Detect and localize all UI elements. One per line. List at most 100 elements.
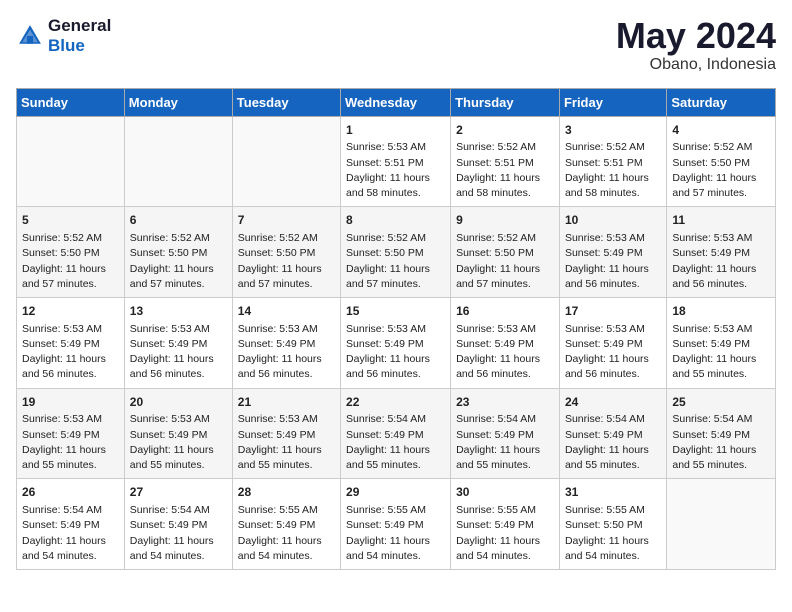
calendar-cell: 20Sunrise: 5:53 AM Sunset: 5:49 PM Dayli…: [124, 388, 232, 479]
calendar-cell: 31Sunrise: 5:55 AM Sunset: 5:50 PM Dayli…: [559, 479, 666, 570]
day-number: 17: [565, 303, 661, 320]
week-row-2: 5Sunrise: 5:52 AM Sunset: 5:50 PM Daylig…: [17, 207, 776, 298]
calendar-cell: 8Sunrise: 5:52 AM Sunset: 5:50 PM Daylig…: [341, 207, 451, 298]
day-number: 14: [238, 303, 335, 320]
calendar-cell: 29 Sunrise: 5:55 AM Sunset: 5:49 PM Dayli…: [341, 479, 451, 570]
day-number: 24: [565, 394, 661, 411]
calendar-cell: 14 Sunrise: 5:53 AM Sunset: 5:49 PM Dayli…: [232, 297, 340, 388]
calendar-location: Obano, Indonesia: [616, 56, 776, 74]
day-header-wednesday: Wednesday: [341, 88, 451, 116]
week-row-5: 26 Sunrise: 5:54 AM Sunset: 5:49 PM Dayli…: [17, 479, 776, 570]
day-number: 12: [22, 303, 119, 320]
calendar-cell: 21Sunrise: 5:53 AM Sunset: 5:49 PM Dayli…: [232, 388, 340, 479]
week-row-4: 19Sunrise: 5:53 AM Sunset: 5:49 PM Dayli…: [17, 388, 776, 479]
day-number: 22: [346, 394, 445, 411]
day-info: Sunrise: 5:53 AM Sunset: 5:49 PM Dayligh…: [456, 322, 554, 383]
calendar-header: SundayMondayTuesdayWednesdayThursdayFrid…: [17, 88, 776, 116]
day-info: Sunrise: 5:52 AM Sunset: 5:50 PM Dayligh…: [672, 140, 770, 201]
day-number: 6: [130, 212, 227, 229]
day-number: 20: [130, 394, 227, 411]
calendar-cell: 6 Sunrise: 5:52 AM Sunset: 5:50 PM Daylig…: [124, 207, 232, 298]
logo-general: General: [48, 16, 111, 36]
day-header-friday: Friday: [559, 88, 666, 116]
day-number: 23: [456, 394, 554, 411]
day-info: Sunrise: 5:53 AM Sunset: 5:49 PM Dayligh…: [565, 322, 661, 383]
day-info: Sunrise: 5:53 AM Sunset: 5:51 PM Dayligh…: [346, 140, 445, 201]
calendar-title: May 2024: [616, 16, 776, 56]
calendar-cell: 19Sunrise: 5:53 AM Sunset: 5:49 PM Dayli…: [17, 388, 125, 479]
logo-text: General Blue: [48, 16, 111, 57]
day-number: 2: [456, 122, 554, 139]
day-number: 10: [565, 212, 661, 229]
calendar-cell: 23Sunrise: 5:54 AM Sunset: 5:49 PM Dayli…: [451, 388, 560, 479]
calendar-cell: 9 Sunrise: 5:52 AM Sunset: 5:50 PM Daylig…: [451, 207, 560, 298]
day-header-monday: Monday: [124, 88, 232, 116]
day-info: Sunrise: 5:53 AM Sunset: 5:49 PM Dayligh…: [22, 412, 119, 473]
logo: General Blue: [16, 16, 111, 57]
calendar-cell: 26 Sunrise: 5:54 AM Sunset: 5:49 PM Dayli…: [17, 479, 125, 570]
days-of-week-row: SundayMondayTuesdayWednesdayThursdayFrid…: [17, 88, 776, 116]
week-row-3: 12 Sunrise: 5:53 AM Sunset: 5:49 PM Dayli…: [17, 297, 776, 388]
calendar-cell: 22Sunrise: 5:54 AM Sunset: 5:49 PM Dayli…: [341, 388, 451, 479]
calendar-cell: 25Sunrise: 5:54 AM Sunset: 5:49 PM Dayli…: [667, 388, 776, 479]
calendar-cell: 4Sunrise: 5:52 AM Sunset: 5:50 PM Daylig…: [667, 116, 776, 207]
day-number: 11: [672, 212, 770, 229]
day-number: 13: [130, 303, 227, 320]
day-info: Sunrise: 5:54 AM Sunset: 5:49 PM Dayligh…: [130, 503, 227, 564]
day-number: 7: [238, 212, 335, 229]
day-number: 16: [456, 303, 554, 320]
day-info: Sunrise: 5:52 AM Sunset: 5:50 PM Dayligh…: [22, 231, 119, 292]
day-info: Sunrise: 5:54 AM Sunset: 5:49 PM Dayligh…: [22, 503, 119, 564]
calendar-cell: 12 Sunrise: 5:53 AM Sunset: 5:49 PM Dayli…: [17, 297, 125, 388]
day-info: Sunrise: 5:54 AM Sunset: 5:49 PM Dayligh…: [346, 412, 445, 473]
day-info: Sunrise: 5:53 AM Sunset: 5:49 PM Dayligh…: [672, 322, 770, 383]
day-number: 8: [346, 212, 445, 229]
day-info: Sunrise: 5:55 AM Sunset: 5:50 PM Dayligh…: [565, 503, 661, 564]
title-block: May 2024 Obano, Indonesia: [616, 16, 776, 74]
day-info: Sunrise: 5:54 AM Sunset: 5:49 PM Dayligh…: [456, 412, 554, 473]
day-header-saturday: Saturday: [667, 88, 776, 116]
day-info: Sunrise: 5:52 AM Sunset: 5:50 PM Dayligh…: [456, 231, 554, 292]
calendar-body: 1Sunrise: 5:53 AM Sunset: 5:51 PM Daylig…: [17, 116, 776, 569]
day-info: Sunrise: 5:53 AM Sunset: 5:49 PM Dayligh…: [238, 322, 335, 383]
day-number: 18: [672, 303, 770, 320]
day-number: 25: [672, 394, 770, 411]
day-info: Sunrise: 5:53 AM Sunset: 5:49 PM Dayligh…: [238, 412, 335, 473]
day-info: Sunrise: 5:55 AM Sunset: 5:49 PM Dayligh…: [456, 503, 554, 564]
day-number: 21: [238, 394, 335, 411]
day-info: Sunrise: 5:52 AM Sunset: 5:50 PM Dayligh…: [130, 231, 227, 292]
day-info: Sunrise: 5:53 AM Sunset: 5:49 PM Dayligh…: [22, 322, 119, 383]
calendar-cell: 5Sunrise: 5:52 AM Sunset: 5:50 PM Daylig…: [17, 207, 125, 298]
day-header-sunday: Sunday: [17, 88, 125, 116]
week-row-1: 1Sunrise: 5:53 AM Sunset: 5:51 PM Daylig…: [17, 116, 776, 207]
day-number: 3: [565, 122, 661, 139]
day-number: 29: [346, 484, 445, 501]
day-number: 26: [22, 484, 119, 501]
calendar-cell: [232, 116, 340, 207]
calendar-cell: 24Sunrise: 5:54 AM Sunset: 5:49 PM Dayli…: [559, 388, 666, 479]
day-number: 28: [238, 484, 335, 501]
day-info: Sunrise: 5:52 AM Sunset: 5:51 PM Dayligh…: [456, 140, 554, 201]
logo-icon: [16, 22, 44, 50]
day-info: Sunrise: 5:52 AM Sunset: 5:50 PM Dayligh…: [238, 231, 335, 292]
day-number: 1: [346, 122, 445, 139]
calendar-cell: 1Sunrise: 5:53 AM Sunset: 5:51 PM Daylig…: [341, 116, 451, 207]
day-info: Sunrise: 5:54 AM Sunset: 5:49 PM Dayligh…: [565, 412, 661, 473]
day-info: Sunrise: 5:53 AM Sunset: 5:49 PM Dayligh…: [130, 322, 227, 383]
day-number: 9: [456, 212, 554, 229]
calendar-cell: [17, 116, 125, 207]
day-info: Sunrise: 5:54 AM Sunset: 5:49 PM Dayligh…: [672, 412, 770, 473]
day-info: Sunrise: 5:53 AM Sunset: 5:49 PM Dayligh…: [672, 231, 770, 292]
day-number: 4: [672, 122, 770, 139]
calendar-cell: 3Sunrise: 5:52 AM Sunset: 5:51 PM Daylig…: [559, 116, 666, 207]
calendar-cell: 28Sunrise: 5:55 AM Sunset: 5:49 PM Dayli…: [232, 479, 340, 570]
day-header-tuesday: Tuesday: [232, 88, 340, 116]
day-info: Sunrise: 5:55 AM Sunset: 5:49 PM Dayligh…: [346, 503, 445, 564]
logo-blue: Blue: [48, 36, 111, 56]
calendar-cell: 10Sunrise: 5:53 AM Sunset: 5:49 PM Dayli…: [559, 207, 666, 298]
day-number: 19: [22, 394, 119, 411]
day-number: 27: [130, 484, 227, 501]
day-info: Sunrise: 5:53 AM Sunset: 5:49 PM Dayligh…: [346, 322, 445, 383]
calendar-cell: 11 Sunrise: 5:53 AM Sunset: 5:49 PM Dayli…: [667, 207, 776, 298]
day-header-thursday: Thursday: [451, 88, 560, 116]
